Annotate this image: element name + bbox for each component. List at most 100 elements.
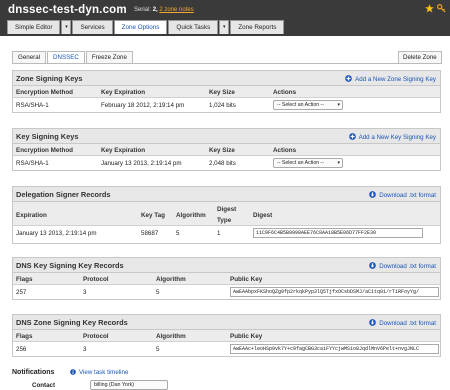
col-key-size: Key Size <box>209 89 235 96</box>
plus-icon <box>345 75 352 82</box>
main-content: General DNSSEC Freeze Zone Delete Zone Z… <box>0 36 450 390</box>
col-digest-type: Type <box>217 217 232 224</box>
download-txt-link[interactable]: Download .txt format <box>369 262 436 270</box>
view-task-timeline-label: View task timeline <box>79 369 129 376</box>
col-digest-label: Digest <box>217 206 237 213</box>
plus-icon <box>348 133 356 140</box>
panel-title: Delegation Signer Records <box>16 190 111 199</box>
col-public-key: Public Key <box>230 276 263 283</box>
contact-select[interactable]: billing (Dan York) <box>90 380 168 390</box>
col-encryption-method: Encryption Method <box>16 89 74 96</box>
menu-quick-tasks[interactable]: Quick Tasks <box>168 20 219 34</box>
info-icon <box>70 369 76 375</box>
protocol: 3 <box>83 289 87 296</box>
key-expiration: January 13 2013, 2:19:14 pm <box>101 160 182 167</box>
action-select[interactable]: -- Select an Action -- ▾ <box>273 158 343 168</box>
encryption-method: RSA/SHA-1 <box>16 160 49 167</box>
download-txt-link[interactable]: Download .txt format <box>369 319 436 327</box>
col-algorithm: Algorithm <box>176 212 206 219</box>
column-headers: Expiration Key Tag Algorithm Digest Type… <box>13 202 440 226</box>
add-key-signing-key-label: Add a New Key Signing Key <box>358 134 436 141</box>
key-size: 1,024 bits <box>209 102 236 109</box>
col-encryption-method: Encryption Method <box>16 147 74 154</box>
notifications-heading: Notifications <box>12 369 55 376</box>
table-row: 257 3 5 AwEAAbpxFKShoQZg9fp2rkqkPyp3lQ5T… <box>13 285 440 299</box>
tab-divider <box>12 63 441 64</box>
panel-header: DNS Key Signing Key Records Download .tx… <box>13 258 440 273</box>
download-txt-label: Download .txt format <box>379 320 436 327</box>
action-select-value: -- Select an Action -- <box>277 160 324 166</box>
serial-value: 2, <box>152 7 158 13</box>
col-flags: Flags <box>16 333 33 340</box>
ds-algorithm: 5 <box>176 230 180 237</box>
key-expiration: February 18 2012, 2:19:14 pm <box>101 102 185 109</box>
flags: 256 <box>16 346 27 353</box>
col-key-tag: Key Tag <box>141 212 166 219</box>
key-icon[interactable] <box>437 4 446 13</box>
table-row: January 13 2013, 2:19:14 pm 58687 5 1 11… <box>13 226 440 240</box>
download-icon <box>369 191 377 198</box>
menu-simple-editor[interactable]: Simple Editor <box>7 20 61 34</box>
download-txt-label: Download .txt format <box>379 263 436 270</box>
column-headers: Flags Protocol Algorithm Public Key <box>13 330 440 342</box>
col-key-size: Key Size <box>209 147 235 154</box>
download-txt-label: Download .txt format <box>379 192 436 199</box>
menu-zone-reports[interactable]: Zone Reports <box>230 20 285 34</box>
col-flags: Flags <box>16 276 33 283</box>
encryption-method: RSA/SHA-1 <box>16 102 49 109</box>
chevron-down-icon[interactable]: ▾ <box>61 20 72 34</box>
table-row: 256 3 5 AwEAAc+leoHSp9vk7Y+c9fagCBG3caiF… <box>13 342 440 356</box>
contact-label: Contact <box>32 382 56 389</box>
flags: 257 <box>16 289 27 296</box>
panel-title: DNS Key Signing Key Records <box>16 261 124 270</box>
star-icon[interactable] <box>425 4 434 13</box>
col-key-expiration: Key Expiration <box>101 89 146 96</box>
main-menu: Simple Editor ▾ Services Zone Options Qu… <box>7 20 285 34</box>
zone-notes-link[interactable]: 2 zone notes <box>159 7 193 13</box>
col-protocol: Protocol <box>83 333 109 340</box>
ds-digest-field[interactable]: 11C9F6C4B5B9998AEE76C8AA18B5E06D77FF2E30 <box>253 228 423 238</box>
chevron-down-icon[interactable]: ▾ <box>219 20 230 34</box>
dns-zone-signing-key-records-panel: DNS Zone Signing Key Records Download .t… <box>12 314 441 357</box>
column-headers: Flags Protocol Algorithm Public Key <box>13 273 440 285</box>
col-digest: Digest <box>253 212 273 219</box>
panel-header: DNS Zone Signing Key Records Download .t… <box>13 315 440 330</box>
panel-title: Key Signing Keys <box>16 132 79 141</box>
chevron-down-icon: ▾ <box>337 160 340 166</box>
panel-header: Zone Signing Keys Add a New Zone Signing… <box>13 71 440 86</box>
col-actions: Actions <box>273 89 297 96</box>
public-key-field[interactable]: AwEAAbpxFKShoQZg9fp2rkqkPyp3lQ5TjfxOCsbD… <box>230 287 439 297</box>
view-task-timeline-link[interactable]: View task timeline <box>70 369 128 376</box>
col-algorithm: Algorithm <box>156 276 186 283</box>
serial-label: Serial: <box>134 7 152 13</box>
protocol: 3 <box>83 346 87 353</box>
zone-title: dnssec-test-dyn.com <box>8 4 127 16</box>
add-zone-signing-key-link[interactable]: Add a New Zone Signing Key <box>345 75 436 83</box>
table-row: RSA/SHA-1 January 13 2013, 2:19:14 pm 2,… <box>13 156 440 170</box>
menu-services[interactable]: Services <box>72 20 113 34</box>
download-txt-link[interactable]: Download .txt format <box>369 191 436 199</box>
algorithm: 5 <box>156 346 160 353</box>
table-row: RSA/SHA-1 February 18 2012, 2:19:14 pm 1… <box>13 98 440 112</box>
col-actions: Actions <box>273 147 297 154</box>
public-key-field[interactable]: AwEAAc+leoHSp9vk7Y+c9fagCBG3caiFYYcjwMSi… <box>230 344 439 354</box>
add-key-signing-key-link[interactable]: Add a New Key Signing Key <box>348 133 436 141</box>
download-icon <box>369 262 377 269</box>
download-icon <box>369 319 377 326</box>
ds-digest-type: 1 <box>217 230 221 237</box>
action-select-value: -- Select an Action -- <box>277 102 324 108</box>
key-signing-keys-panel: Key Signing Keys Add a New Key Signing K… <box>12 128 441 171</box>
zone-signing-keys-panel: Zone Signing Keys Add a New Zone Signing… <box>12 70 441 113</box>
add-zone-signing-key-label: Add a New Zone Signing Key <box>355 76 436 83</box>
ds-key-tag: 58687 <box>141 230 159 237</box>
algorithm: 5 <box>156 289 160 296</box>
menu-zone-options[interactable]: Zone Options <box>113 20 168 34</box>
action-select[interactable]: -- Select an Action -- ▾ <box>273 100 343 110</box>
chevron-down-icon: ▾ <box>337 102 340 108</box>
delegation-signer-records-panel: Delegation Signer Records Download .txt … <box>12 186 441 244</box>
contact-select-value: billing (Dan York) <box>94 382 135 388</box>
key-size: 2,048 bits <box>209 160 236 167</box>
panel-title: DNS Zone Signing Key Records <box>16 318 128 327</box>
col-expiration: Expiration <box>16 212 47 219</box>
panel-header: Delegation Signer Records Download .txt … <box>13 187 440 202</box>
